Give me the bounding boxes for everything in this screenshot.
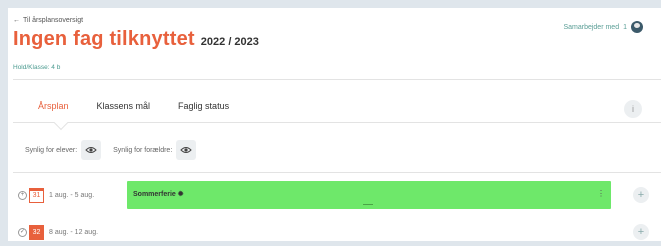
visible-parents-toggle[interactable] — [176, 140, 197, 160]
collaborators[interactable]: Samarbejder med 1 — [563, 21, 643, 33]
add-event-button[interactable]: + — [633, 224, 649, 240]
annual-plan-card: ← Til årsplansoversigt Ingen fag tilknyt… — [8, 8, 661, 241]
kebab-menu-icon[interactable]: ⋮ — [597, 189, 605, 198]
event-bar[interactable]: Sommerferie ✹ ⋮ — [127, 181, 611, 209]
resize-handle[interactable] — [363, 204, 373, 205]
plus-circle-icon[interactable]: + — [18, 190, 27, 200]
week-row: + 31 1 aug. - 5 aug. Sommerferie ✹ ⋮ + — [13, 181, 661, 209]
collab-count: 1 — [623, 23, 627, 31]
page-title: Ingen fag tilknyttet 2022 / 2023 — [13, 28, 259, 51]
tab-faglig-status[interactable]: Faglig status — [178, 101, 229, 111]
tab-underline — [13, 122, 661, 123]
week-number: 31 — [32, 191, 41, 199]
title-main: Ingen fag tilknyttet — [13, 28, 195, 50]
add-event-button[interactable]: + — [633, 187, 649, 203]
sun-icon: ✹ — [177, 191, 184, 198]
week-dates: 8 aug. - 12 aug. — [49, 228, 99, 236]
visible-students-toggle[interactable] — [81, 140, 102, 160]
week-row: ✓ 32 8 aug. - 12 aug. + — [13, 218, 661, 246]
tab-bar: Årsplan Klassens mål Faglig status — [38, 101, 229, 111]
tab-arsplan[interactable]: Årsplan — [38, 101, 69, 111]
tab-klassens-mal[interactable]: Klassens mål — [97, 101, 151, 111]
visible-students-label: Synlig for elever: — [25, 146, 78, 154]
info-button[interactable]: i — [624, 100, 642, 118]
event-label: Sommerferie ✹ — [133, 191, 184, 198]
eye-icon — [85, 147, 97, 153]
calendar-icon: 31 — [29, 187, 44, 203]
eye-icon — [180, 147, 192, 153]
visibility-row: Synlig for elever: Synlig for forældre: — [25, 140, 208, 160]
check-circle-icon[interactable]: ✓ — [18, 227, 27, 237]
active-tab-indicator — [53, 115, 69, 131]
calendar-icon: 32 — [29, 224, 44, 240]
week-number: 32 — [32, 228, 41, 236]
divider — [13, 79, 661, 80]
info-icon: i — [632, 104, 634, 114]
divider — [13, 172, 661, 173]
visible-parents-label: Synlig for forældre: — [113, 146, 173, 154]
week-dates: 1 aug. - 5 aug. — [49, 191, 95, 199]
arrow-left-icon: ← — [13, 17, 20, 24]
title-year: 2022 / 2023 — [200, 36, 259, 48]
collab-label: Samarbejder med — [563, 23, 620, 31]
back-link[interactable]: ← Til årsplansoversigt — [13, 17, 83, 24]
class-label: Hold/Klasse: 4 b — [13, 64, 61, 71]
back-link-label: Til årsplansoversigt — [23, 17, 84, 24]
avatar-icon[interactable] — [631, 21, 643, 33]
